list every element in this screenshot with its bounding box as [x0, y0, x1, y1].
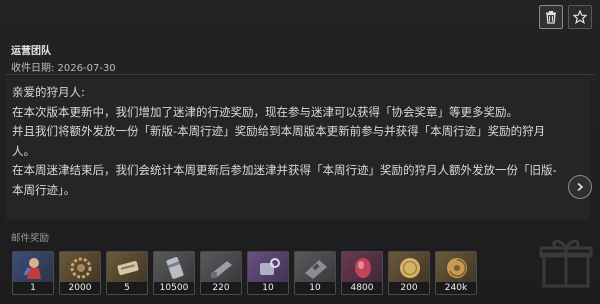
next-mail-button[interactable] [568, 175, 592, 199]
mail-paragraph: 在本周迷津结束后，我们会统计本周更新后参加迷津并获得「本周行迹」奖励的狩月人额外… [12, 163, 557, 197]
reward-quantity: 200 [389, 282, 429, 294]
mail-date: 收件日期: 2026-07-30 [11, 63, 116, 74]
rewards-list: 1 2000 5 10500 220 10 10 4800 200 240k [12, 251, 477, 295]
reward-quantity: 2000 [60, 282, 100, 294]
favorite-button[interactable] [568, 5, 592, 29]
divider [6, 74, 594, 75]
rewards-label: 邮件奖励 [11, 233, 50, 244]
reward-item[interactable]: 5 [106, 251, 148, 295]
purple-tool-item-icon [260, 258, 280, 275]
device-item-icon [305, 260, 327, 279]
reward-item[interactable]: 1 [12, 251, 54, 295]
gold-coin-icon [400, 258, 420, 278]
reward-quantity: 10500 [154, 282, 194, 294]
trash-icon [546, 11, 556, 24]
reward-item[interactable]: 220 [200, 251, 242, 295]
delete-button[interactable] [539, 5, 563, 29]
mail-body: 亲爱的狩月人: 在本次版本更新中，我们增加了迷津的行迹奖励，现在参与迷津可以获得… [6, 78, 590, 220]
reward-quantity: 10 [248, 282, 288, 294]
mail-detail-panel: 运营团队 收件日期: 2026-07-30 亲爱的狩月人: 在本次版本更新中，我… [0, 0, 600, 304]
reward-quantity: 220 [201, 282, 241, 294]
reward-item[interactable]: 10 [247, 251, 289, 295]
reward-quantity: 4800 [342, 282, 382, 294]
mail-body-text: 亲爱的狩月人: 在本次版本更新中，我们增加了迷津的行迹奖励，现在参与迷津可以获得… [12, 83, 568, 200]
reward-item[interactable]: 240k [435, 251, 477, 295]
reward-item[interactable]: 4800 [341, 251, 383, 295]
mail-paragraph: 并且我们将额外发放一份「新版-本周行迹」奖励给到本周版本更新前参与并获得「本周行… [12, 124, 546, 158]
figure-item-icon [23, 258, 41, 279]
star-icon [573, 10, 587, 24]
reward-item[interactable]: 2000 [59, 251, 101, 295]
reward-quantity: 1 [13, 282, 53, 294]
canister-item-icon [166, 257, 184, 279]
gift-watermark-icon [539, 239, 593, 288]
shell-coin-icon [447, 258, 467, 278]
reward-item[interactable]: 10 [294, 251, 336, 295]
reward-item[interactable]: 200 [388, 251, 430, 295]
mail-greeting: 亲爱的狩月人: [12, 85, 85, 99]
mail-sender: 运营团队 [11, 46, 51, 57]
mail-actions [539, 5, 592, 29]
reward-quantity: 5 [107, 282, 147, 294]
mail-paragraph: 在本次版本更新中，我们增加了迷津的行迹奖励，现在参与迷津可以获得「协会奖章」等更… [12, 104, 518, 119]
gear-material-icon [70, 257, 92, 279]
chevron-right-icon [577, 182, 584, 192]
scroll-item-icon [117, 261, 139, 275]
reward-quantity: 10 [295, 282, 335, 294]
reward-quantity: 240k [436, 282, 476, 294]
tool-item-icon [211, 261, 232, 278]
red-gem-item-icon [355, 258, 371, 278]
reward-item[interactable]: 10500 [153, 251, 195, 295]
